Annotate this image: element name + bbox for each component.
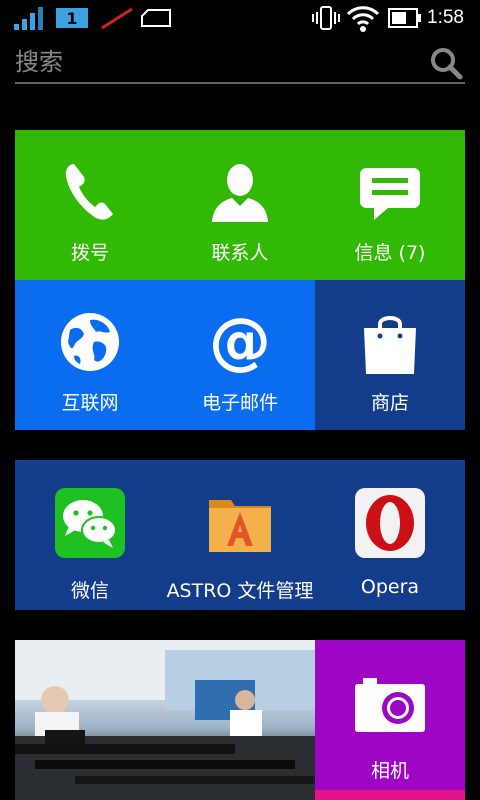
wechat-icon (55, 488, 125, 558)
contact-person-icon (212, 164, 268, 222)
tile-contacts[interactable]: 联系人 (165, 130, 315, 280)
at-sign-icon: @ (210, 310, 270, 374)
camera-icon (355, 678, 425, 732)
shopping-bag-icon (364, 316, 416, 374)
search-icon[interactable] (429, 46, 463, 80)
tile-label: 联系人 (211, 242, 269, 264)
message-bubble-icon (360, 168, 420, 220)
next-tile-edge (315, 790, 465, 800)
tile-camera[interactable]: 相机 (315, 640, 465, 790)
sd-card-icon (141, 9, 171, 27)
tile-label: 拨号 (70, 242, 109, 264)
tile-internet[interactable]: 互联网 (15, 280, 165, 430)
phone-icon (65, 164, 113, 220)
search-input[interactable] (15, 44, 415, 80)
signal-strength-icon (14, 6, 43, 30)
tile-dialer[interactable]: 拨号 (15, 130, 165, 280)
tile-store[interactable]: 商店 (315, 280, 465, 430)
gallery-photo-image (15, 640, 315, 800)
tile-opera[interactable]: Opera (315, 460, 465, 610)
tile-email[interactable]: @ 电子邮件 (165, 280, 315, 430)
tile-label: ASTRO 文件管理 (166, 580, 314, 602)
status-bar: 1 1:58 (0, 0, 480, 36)
tile-label: Opera (360, 576, 420, 598)
tile-messages[interactable]: 信息 (7) (315, 130, 465, 280)
svg-text:@: @ (210, 310, 270, 374)
no-data-icon (101, 7, 133, 30)
vibrate-icon (312, 6, 340, 30)
tile-astro-file-manager[interactable]: ASTRO 文件管理 (165, 460, 315, 610)
astro-folder-icon (209, 500, 271, 552)
opera-icon (355, 488, 425, 558)
status-clock: 1:58 (427, 7, 464, 28)
globe-icon (61, 313, 119, 371)
tile-wechat[interactable]: 微信 (15, 460, 165, 610)
sim-slot-badge: 1 (56, 8, 88, 28)
photo-gallery-tile[interactable] (15, 640, 315, 800)
tile-label: 微信 (70, 580, 109, 602)
tile-label: 相机 (370, 760, 409, 782)
search-bar[interactable] (15, 44, 465, 84)
tile-label: 信息 (7) (354, 242, 426, 264)
wifi-icon (346, 6, 380, 32)
battery-icon (388, 8, 421, 28)
tile-label: 电子邮件 (201, 392, 278, 414)
tile-label: 商店 (370, 392, 409, 414)
tile-label: 互联网 (61, 392, 119, 414)
